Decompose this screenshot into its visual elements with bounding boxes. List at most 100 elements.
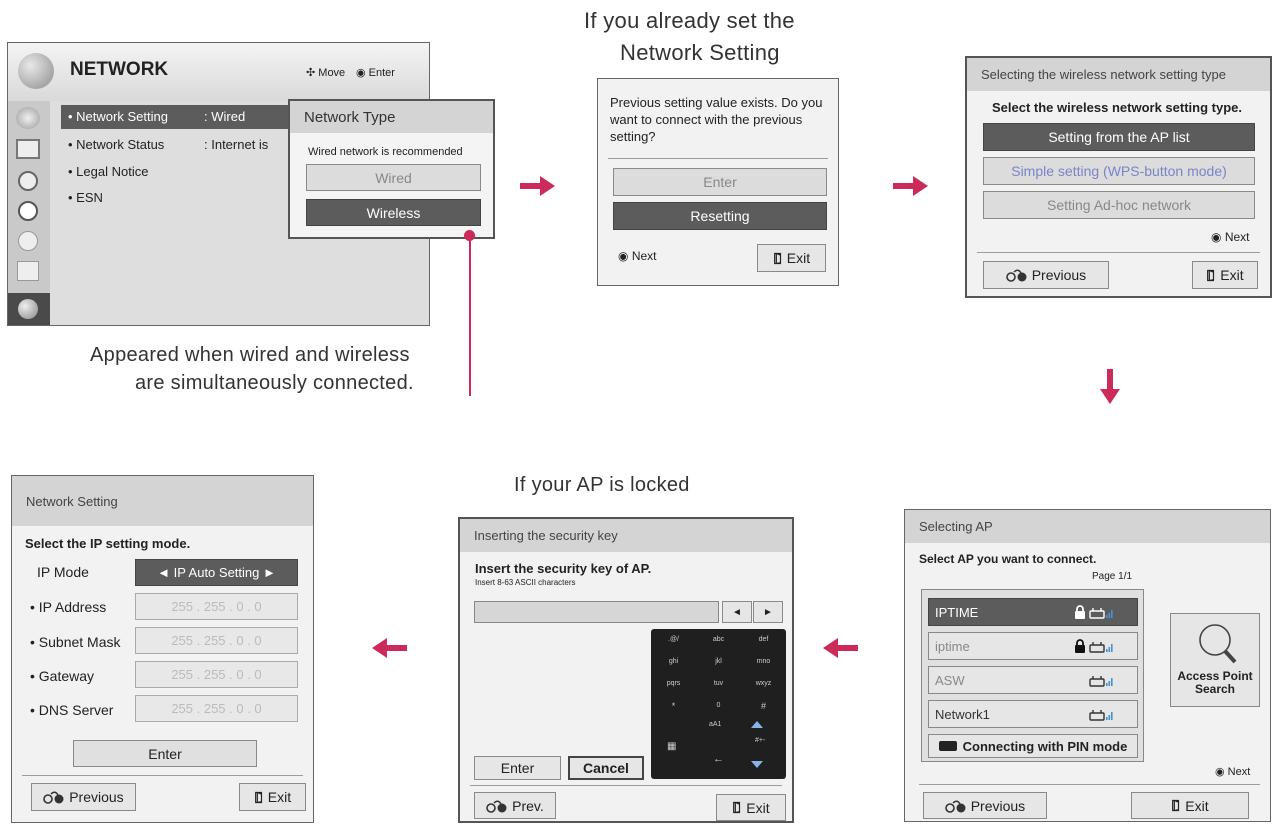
keypad-key[interactable]: .@/ [651,629,696,651]
ok-icon: ◉ [356,67,366,79]
enter-button[interactable]: Enter [73,740,257,767]
side-icon-column [8,101,50,325]
keypad-down-icon[interactable] [751,761,763,768]
access-point-search-button[interactable]: Access Point Search [1170,613,1260,707]
keypad-key[interactable]: abc [696,629,741,651]
wireless-button[interactable]: Wireless [306,199,481,226]
keypad-grid-icon[interactable]: ▦ [667,741,676,752]
back-icon [1006,268,1028,282]
dialog-message: Previous setting value exists. Do you wa… [610,95,823,144]
keypad-back-icon[interactable]: ← [713,753,724,765]
keypad-key[interactable]: 0 [696,695,741,717]
lock-icon [1074,639,1086,653]
caption-simultaneous-line1: Appeared when wired and wireless [90,344,410,366]
network-icon[interactable] [8,293,50,325]
keypad-key[interactable]: pqrs [651,673,696,695]
exit-button[interactable]: Exit [1131,792,1249,819]
ap-item[interactable]: Network1 [928,700,1138,728]
page-indicator: Page 1/1 [1092,571,1133,582]
next-hint: ◉ Next [1211,230,1250,244]
keypad-key[interactable]: mno [741,651,786,673]
menu-item-esn[interactable]: • ESN [68,190,103,205]
menu-item-legal-notice[interactable]: • Legal Notice [68,164,148,179]
dns-server-label: • DNS Server [30,702,114,718]
caption-already-set-line1: If you already set the [584,8,795,33]
subnet-mask-field[interactable]: 255 . 255 . 0 . 0 [135,627,298,654]
keypad-mode-key[interactable]: aA1 [709,721,721,728]
keypad-key[interactable]: tuv [696,673,741,695]
ap-name: ASW [935,673,965,688]
option-wps[interactable]: Simple setting (WPS-button mode) [983,157,1255,185]
menu-item-value: : Wired [204,109,246,124]
security-key-input[interactable] [474,601,719,623]
menu-item-value: : Internet is [204,137,269,152]
exit-button[interactable]: Exit [716,794,786,821]
dns-server-field[interactable]: 255 . 255 . 0 . 0 [135,695,298,722]
network-type-popup: Network Type Wired network is recommende… [288,99,495,239]
keypad-key[interactable]: wxyz [741,673,786,695]
resetting-button[interactable]: Resetting [613,202,827,230]
previous-button[interactable]: Previous [983,261,1109,289]
menu-item-label: • Network Setting [68,109,168,124]
cancel-button[interactable]: Cancel [568,756,644,780]
prev-button[interactable]: Prev. [474,792,556,819]
dialog-title: Network Setting [12,476,313,526]
cursor-left-button[interactable]: ◄ [722,601,752,623]
keypad-key[interactable]: def [741,629,786,651]
ip-mode-selector[interactable]: ◄ IP Auto Setting ► [135,559,298,586]
dialog-title: Inserting the security key [460,519,792,552]
popup-callout-dot [464,230,475,241]
popup-note: Wired network is recommended [308,146,463,158]
lock-icon[interactable] [18,231,38,251]
keypad-key[interactable]: jkl [696,651,741,673]
option-adhoc[interactable]: Setting Ad-hoc network [983,191,1255,219]
wired-button[interactable]: Wired [306,164,481,191]
enter-button[interactable]: Enter [474,756,561,780]
pin-mode-button[interactable]: Connecting with PIN mode [928,734,1138,758]
time-icon[interactable] [18,201,38,221]
ap-name: iptime [935,639,970,654]
ap-item[interactable]: iptime [928,632,1138,660]
magnifier-icon [1199,624,1237,664]
ip-mode-label: IP Mode [37,564,89,580]
enter-hint: ◉ Enter [356,67,395,79]
audio-icon[interactable] [18,171,38,191]
back-icon [945,799,967,813]
wifi-signal-icon [1089,641,1113,653]
previous-button[interactable]: Previous [31,783,136,811]
ap-name: Network1 [935,707,990,722]
exit-button[interactable]: Exit [757,244,826,272]
keypad-key[interactable]: ghi [651,651,696,673]
keypad-key[interactable]: # [741,695,786,717]
option-icon[interactable] [17,261,39,281]
previous-setting-dialog: Previous setting value exists. Do you wa… [597,78,839,286]
ip-address-field[interactable]: 255 . 255 . 0 . 0 [135,593,298,620]
wifi-signal-icon [1089,709,1113,721]
picture-icon[interactable] [16,107,40,129]
arrow-down-icon [1100,369,1120,404]
ap-name: IPTIME [935,605,979,620]
exit-button[interactable]: Exit [239,783,306,811]
keypad-up-icon[interactable] [751,721,763,728]
exit-button[interactable]: Exit [1192,261,1258,289]
gateway-field[interactable]: 255 . 255 . 0 . 0 [135,661,298,688]
virtual-keypad: .@/ abc def ghi jkl mno pqrs tuv wxyz * … [651,629,786,779]
screen-icon[interactable] [16,139,40,159]
ap-item[interactable]: ASW [928,666,1138,694]
network-globe-icon [18,53,54,89]
dialog-subtext: Insert 8-63 ASCII characters [475,578,576,587]
keypad-key[interactable]: * [651,695,696,717]
ip-address-label: • IP Address [30,599,107,615]
keypad-symbol-key[interactable]: #+- [755,737,765,744]
enter-button[interactable]: Enter [613,168,827,196]
subnet-mask-label: • Subnet Mask [30,634,121,650]
exit-icon [773,252,783,265]
popup-callout-line [469,236,471,396]
move-hint: ✣ Move [306,67,346,79]
ap-item[interactable]: IPTIME [928,598,1138,626]
option-ap-list[interactable]: Setting from the AP list [983,123,1255,151]
dialog-heading: Insert the security key of AP. [475,561,652,576]
cursor-right-button[interactable]: ► [753,601,783,623]
menu-item-network-status[interactable]: • Network Status [68,137,164,152]
previous-button[interactable]: Previous [923,792,1047,819]
